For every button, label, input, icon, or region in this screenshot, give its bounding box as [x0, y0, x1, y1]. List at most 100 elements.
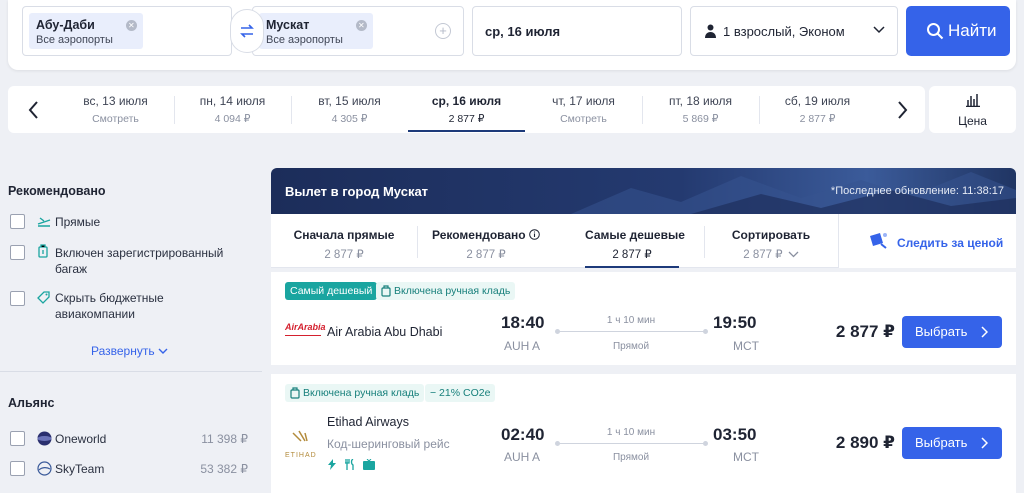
swap-icon — [240, 24, 254, 38]
passengers-field[interactable]: 1 взрослый, Эконом — [690, 6, 898, 56]
arrival-airport: MCT — [733, 450, 759, 464]
cheapest-badge: Самый дешевый — [285, 282, 378, 300]
date-option[interactable]: пт, 18 июля 5 869 ₽ — [642, 86, 759, 133]
filter-label-budget: Скрыть бюджетные авиакомпании — [55, 291, 164, 321]
destination-city: Мускат — [266, 18, 310, 32]
sort-cheapest[interactable]: Самые дешевые 2 877 ₽ — [585, 214, 685, 268]
plane-icon — [37, 217, 51, 227]
destination-sub: Все аэропорты — [266, 34, 343, 46]
cabin-bag-badge: Включена ручная кладь — [285, 384, 425, 402]
search-bar: Абу-Даби Все аэропорты ✕ Мускат Все аэро… — [8, 0, 1016, 70]
find-label: Найти — [948, 21, 997, 40]
date-value: ср, 16 июля — [485, 24, 561, 39]
meal-icon — [345, 459, 354, 470]
arrival-time: 19:50 — [713, 313, 757, 332]
add-destination-icon[interactable]: + — [435, 23, 451, 39]
chevron-right-icon[interactable] — [890, 98, 914, 122]
arrival-time: 03:50 — [713, 425, 757, 444]
flight-stops: Прямой — [612, 341, 650, 352]
luggage-icon — [38, 244, 48, 258]
flight-duration: 1 ч 10 мин — [606, 315, 656, 326]
sort-dropdown[interactable]: Сортировать 2 877 ₽ — [704, 214, 838, 268]
origin-chip[interactable]: Абу-Даби Все аэропорты ✕ — [29, 13, 143, 49]
chevron-down-icon — [158, 348, 168, 354]
skyteam-icon — [37, 461, 52, 476]
codeshare-label: Код-шеринговый рейс — [327, 437, 450, 451]
etihad-logo-icon — [292, 430, 308, 442]
departure-airport: AUH A — [504, 339, 541, 353]
date-field[interactable]: ср, 16 июля — [472, 6, 682, 56]
cabin-bag-badge: Включена ручная кладь — [376, 282, 516, 300]
filter-label-baggage: Включен зарегистрированный багаж — [55, 246, 224, 276]
person-icon — [705, 24, 716, 38]
destination-chip[interactable]: Мускат Все аэропорты ✕ — [259, 13, 373, 49]
date-option[interactable]: сб, 19 июля 2 877 ₽ — [759, 86, 876, 133]
filter-label-direct: Прямые — [55, 215, 101, 229]
chevron-right-icon — [981, 326, 988, 338]
tag-icon — [37, 291, 50, 304]
alliance-title: Альянс — [8, 396, 55, 410]
price-view-button[interactable]: Цена — [929, 86, 1016, 133]
origin-city: Абу-Даби — [36, 18, 95, 32]
search-icon — [927, 23, 944, 40]
info-icon — [529, 229, 540, 240]
filter-checkbox-baggage[interactable] — [10, 245, 25, 260]
chevron-right-icon — [981, 437, 988, 449]
air-arabia-logo-underline — [285, 332, 321, 336]
sort-recommended[interactable]: Рекомендовано 2 877 ₽ — [417, 214, 555, 268]
flight-price: 2 877 ₽ — [835, 322, 895, 341]
airline-name: Etihad Airways — [327, 415, 409, 429]
alliance-skyteam: SkyTeam — [55, 462, 105, 476]
alliance-skyteam-price: 53 382 ₽ — [200, 462, 248, 476]
results-header: Вылет в город Мускат *Последнее обновлен… — [271, 168, 1016, 214]
alliance-oneworld-price: 11 398 ₽ — [201, 432, 248, 446]
flight-price: 2 890 ₽ — [835, 433, 895, 452]
bar-chart-icon — [965, 94, 980, 108]
flight-duration: 1 ч 10 мин — [606, 427, 656, 438]
departure-time: 02:40 — [501, 425, 545, 444]
last-updated: *Последнее обновление: 11:38:17 — [830, 185, 1004, 197]
passengers-value: 1 взрослый, Эконом — [723, 24, 845, 39]
date-option[interactable]: чт, 17 июля Смотреть — [525, 86, 642, 133]
departure-time: 18:40 — [501, 313, 545, 332]
chevron-down-icon — [873, 26, 885, 34]
find-button[interactable]: Найти — [906, 6, 1010, 56]
track-price-label: Следить за ценой — [897, 236, 1004, 250]
recommended-title: Рекомендовано — [8, 184, 106, 198]
swap-button[interactable] — [230, 9, 264, 53]
clear-destination-icon[interactable]: ✕ — [355, 20, 367, 31]
date-option[interactable]: пн, 14 июля 4 094 ₽ — [174, 86, 291, 133]
chevron-left-icon[interactable] — [22, 98, 46, 122]
alliance-checkbox-oneworld[interactable] — [10, 431, 25, 446]
entertainment-icon — [363, 459, 375, 470]
origin-field[interactable]: Абу-Даби Все аэропорты ✕ — [22, 6, 232, 56]
filter-checkbox-direct[interactable] — [10, 214, 25, 229]
flight-stops: Прямой — [612, 452, 650, 463]
date-option[interactable]: вт, 15 июля 4 305 ₽ — [291, 86, 408, 133]
bag-icon — [381, 285, 391, 297]
origin-sub: Все аэропорты — [36, 34, 113, 46]
date-option-selected[interactable]: ср, 16 июля 2 877 ₽ — [408, 86, 525, 133]
results-title: Вылет в город Мускат — [285, 184, 429, 199]
select-flight-button[interactable]: Выбрать — [902, 427, 1002, 459]
select-flight-button[interactable]: Выбрать — [902, 316, 1002, 348]
departure-airport: AUH A — [504, 450, 541, 464]
alliance-checkbox-skyteam[interactable] — [10, 461, 25, 476]
flight-card[interactable]: Самый дешевый Включена ручная кладь AirA… — [271, 272, 1016, 365]
date-option[interactable]: вс, 13 июля Смотреть — [57, 86, 174, 133]
destination-field[interactable]: Мускат Все аэропорты ✕ + — [252, 6, 464, 56]
track-price-button[interactable]: Следить за ценой — [838, 214, 1016, 268]
bell-icon — [870, 233, 887, 249]
chevron-down-icon — [788, 251, 799, 258]
sort-direct-first[interactable]: Сначала прямые 2 877 ₽ — [271, 214, 417, 268]
power-icon — [328, 459, 336, 470]
airline-name: Air Arabia Abu Dhabi — [327, 325, 443, 339]
date-strip: вс, 13 июля Смотреть пн, 14 июля 4 094 ₽… — [8, 86, 925, 133]
clear-origin-icon[interactable]: ✕ — [125, 20, 137, 31]
filter-checkbox-budget[interactable] — [10, 291, 25, 306]
flight-card[interactable]: Включена ручная кладь − 21% CO2e ETIHAD … — [271, 374, 1016, 493]
oneworld-icon — [37, 431, 52, 446]
alliance-oneworld: Oneworld — [55, 432, 107, 446]
expand-link[interactable]: Развернуть — [91, 344, 168, 358]
price-view-label: Цена — [958, 114, 987, 128]
